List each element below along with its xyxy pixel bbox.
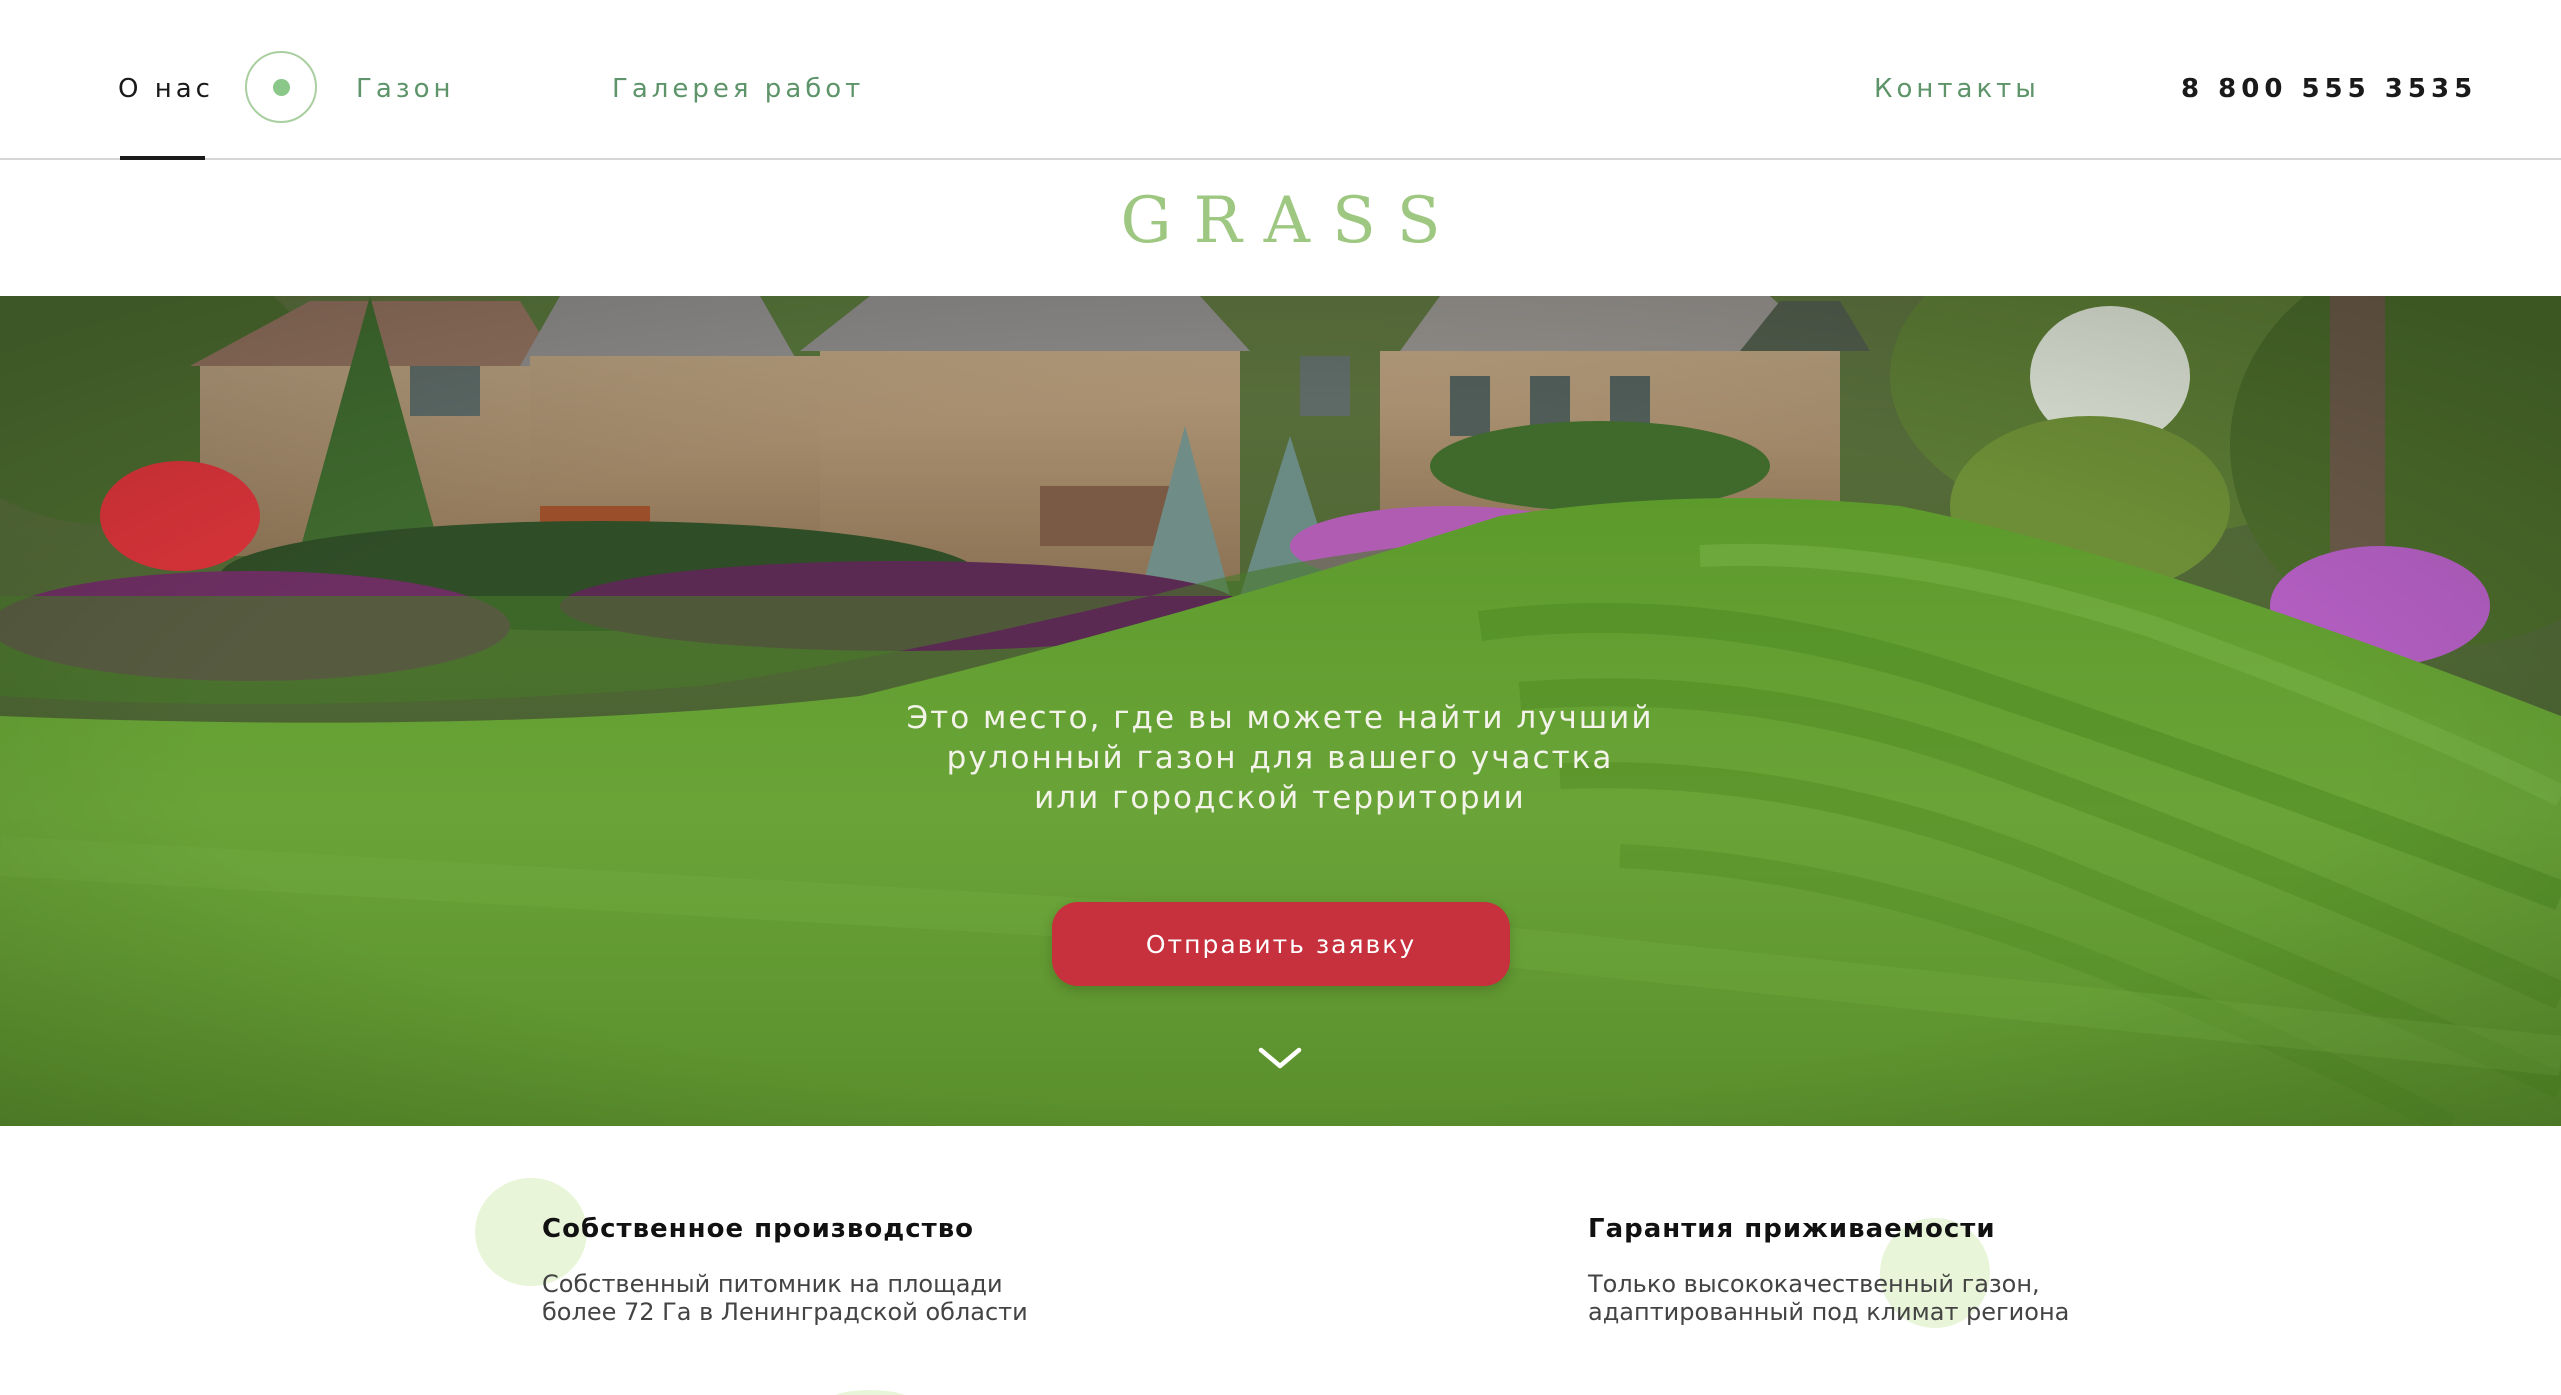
decorative-blob xyxy=(830,1390,910,1395)
feature-title: Собственное производство xyxy=(542,1214,975,1244)
feature-title: Гарантия приживаемости xyxy=(1588,1214,1996,1244)
feature-description-line: Собственный питомник на площади xyxy=(542,1270,1003,1298)
hero-tagline-line: рулонный газон для вашего участка xyxy=(946,740,1614,776)
feature-description-line: более 72 Га в Ленинградской области xyxy=(542,1298,1028,1326)
site-header: О нас Газон Галерея работ Контакты 8 800… xyxy=(0,0,2561,160)
hero-tagline-line: Это место, где вы можете найти лучший xyxy=(906,700,1654,736)
nav-dot-icon xyxy=(245,51,317,123)
nav-lawn-link[interactable]: Газон xyxy=(356,72,455,106)
nav-gallery-link[interactable]: Галерея работ xyxy=(612,72,864,106)
nav-dot-center xyxy=(273,79,290,96)
chevron-down-icon[interactable] xyxy=(1255,1044,1305,1074)
hero-tagline: Это место, где вы можете найти лучший ру… xyxy=(780,698,1780,818)
nav-about-link[interactable]: О нас xyxy=(118,72,214,106)
nav-contacts-link[interactable]: Контакты xyxy=(1874,72,2040,106)
hero-section: Это место, где вы можете найти лучший ру… xyxy=(0,296,2561,1126)
send-request-button[interactable]: Отправить заявку xyxy=(1052,902,1510,986)
feature-description: Собственный питомник на площади более 72… xyxy=(542,1270,1102,1326)
feature-description: Только высококачественный газон, адаптир… xyxy=(1588,1270,2148,1326)
phone-link[interactable]: 8 800 555 3535 xyxy=(2181,72,2477,106)
hero-tagline-line: или городской территории xyxy=(1034,780,1526,816)
active-nav-underline xyxy=(120,156,205,160)
feature-description-line: адаптированный под климат региона xyxy=(1588,1298,2070,1326)
site-logo[interactable]: GRASS xyxy=(0,186,2561,256)
feature-description-line: Только высококачественный газон, xyxy=(1588,1270,2040,1298)
